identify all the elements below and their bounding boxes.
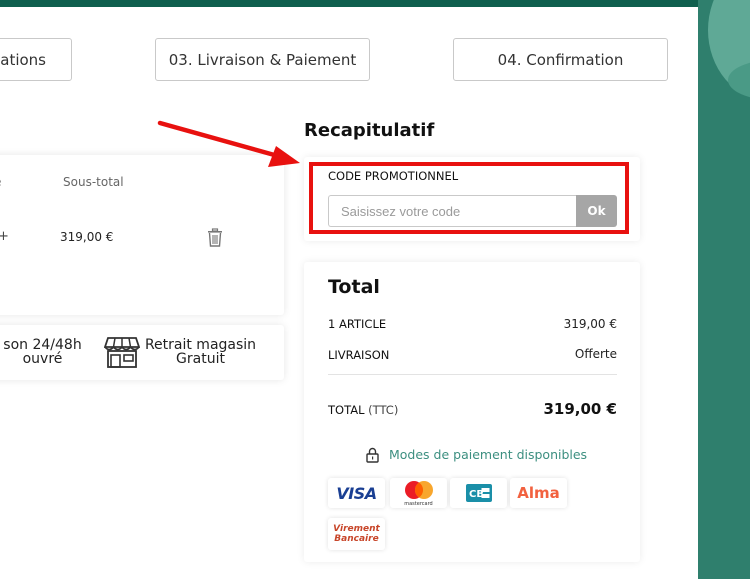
total-ttc-label-sub: (TTC)	[368, 403, 399, 417]
virement-bancaire-text: Virement Bancaire	[333, 524, 380, 544]
cart-item-subtotal: 319,00 €	[60, 230, 114, 244]
virement-bancaire-logo: Virement Bancaire	[328, 518, 385, 550]
step-label: ations	[0, 50, 46, 69]
cart-subtotal-header: Sous-total	[63, 175, 124, 189]
step-confirmation[interactable]: 04. Confirmation	[453, 38, 668, 81]
total-title: Total	[328, 276, 380, 298]
visa-logo: VISA	[328, 478, 385, 508]
store-icon	[104, 337, 140, 368]
total-divider	[328, 374, 617, 375]
alma-logo: Alma	[510, 478, 567, 508]
total-ttc-label: TOTAL (TTC)	[328, 403, 398, 417]
cart-card	[0, 155, 284, 315]
home-delivery-line2: ouvré	[22, 351, 63, 367]
mastercard-logo-text: mastercard	[404, 500, 433, 507]
articles-count-label: 1 ARTICLE	[328, 317, 387, 331]
shipping-label: LIVRAISON	[328, 348, 390, 362]
shipping-value: Offerte	[574, 347, 617, 361]
visa-logo-text: VISA	[336, 483, 377, 503]
recap-title: Recapitulatif	[304, 120, 435, 141]
carte-bancaire-icon: CB	[465, 484, 492, 502]
store-pickup-line2: Gratuit	[176, 351, 225, 367]
virement-line1: Virement	[333, 524, 380, 534]
step-label: 03. Livraison & Paiement	[168, 50, 357, 69]
articles-amount: 319,00 €	[563, 317, 617, 331]
trash-icon[interactable]	[206, 228, 224, 248]
cart-quantity-header: é	[0, 175, 1, 189]
total-ttc-amount: 319,00 €	[543, 400, 617, 418]
annotation-highlight-box	[309, 162, 629, 234]
quantity-increase-button[interactable]: +	[0, 229, 9, 244]
step-informations[interactable]: ations	[0, 38, 72, 81]
right-decorative-panel	[698, 0, 750, 579]
step-label: 04. Confirmation	[497, 50, 624, 69]
top-brand-bar	[0, 0, 750, 7]
home-delivery-option: son 24/48h ouvré	[0, 338, 85, 366]
store-pickup-line1: Retrait magasin	[144, 337, 257, 353]
store-pickup-option: Retrait magasin Gratuit	[143, 338, 258, 366]
mastercard-circles-icon	[404, 480, 433, 499]
virement-line2: Bancaire	[334, 534, 379, 544]
home-delivery-line1: son 24/48h	[3, 337, 82, 353]
alma-logo-text: Alma	[517, 484, 560, 502]
lock-icon	[366, 447, 379, 463]
annotation-arrow-icon	[157, 120, 300, 167]
total-ttc-label-main: TOTAL	[328, 403, 365, 417]
step-livraison-paiement[interactable]: 03. Livraison & Paiement	[155, 38, 370, 81]
payment-methods-link[interactable]: Modes de paiement disponibles	[389, 447, 587, 462]
mastercard-logo: mastercard	[390, 478, 447, 508]
mastercard-logo-mark: mastercard	[402, 480, 436, 507]
carte-bancaire-logo: CB	[450, 478, 507, 508]
